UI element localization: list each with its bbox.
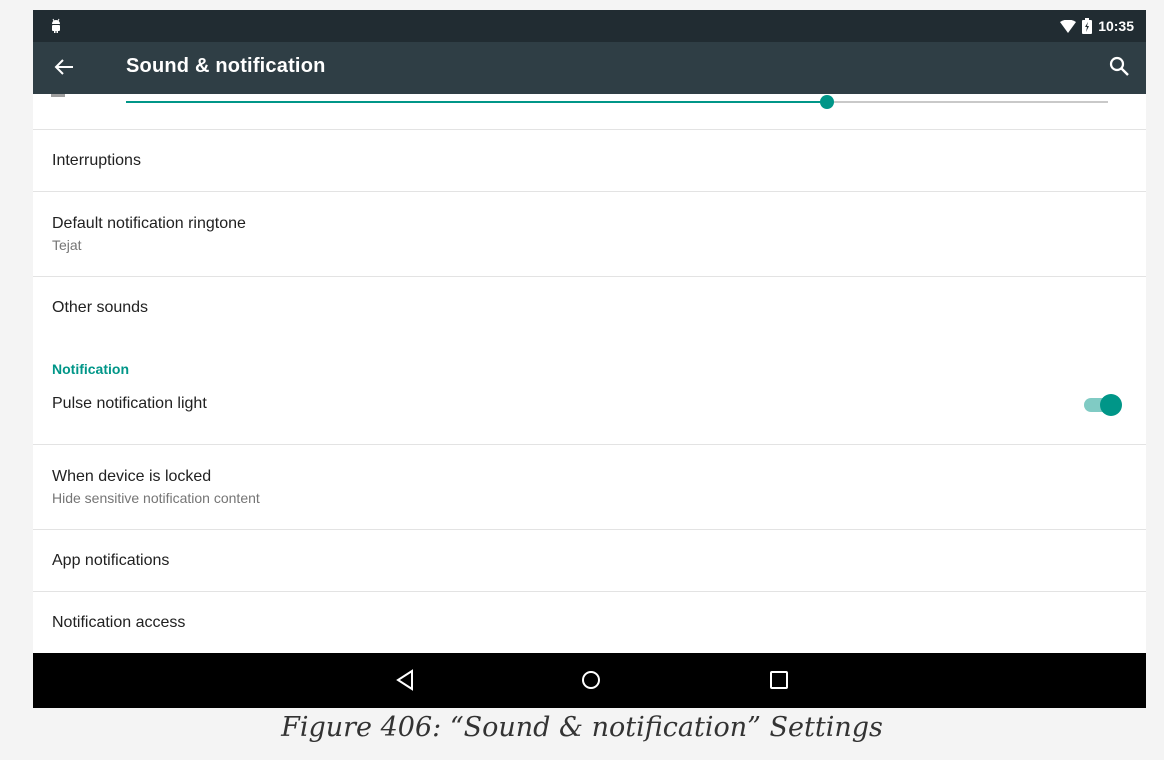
notification-access-title: Notification access: [52, 614, 186, 631]
volume-slider-thumb[interactable]: [820, 95, 835, 109]
notification-access-item[interactable]: Notification access: [33, 592, 1146, 654]
page-title: Sound & notification: [126, 55, 326, 77]
pulse-title: Pulse notification light: [52, 395, 207, 412]
device-screen: 10:35 Sound & notification Interruptions…: [33, 10, 1146, 708]
pulse-light-toggle[interactable]: [1084, 394, 1122, 416]
status-bar: 10:35: [33, 10, 1146, 42]
volume-slider[interactable]: [126, 95, 1108, 109]
app-notifications-title: App notifications: [52, 552, 170, 569]
volume-icon: [51, 94, 65, 97]
back-triangle-icon[interactable]: [395, 669, 415, 691]
volume-slider-fill: [126, 101, 828, 103]
other-sounds-title: Other sounds: [52, 299, 149, 316]
notification-section-header: Notification: [52, 361, 129, 377]
volume-slider-row: [33, 94, 1146, 130]
figure-caption: Figure 406: “Sound & notification” Setti…: [281, 712, 883, 743]
app-notifications-item[interactable]: App notifications: [33, 530, 1146, 592]
search-icon[interactable]: [1108, 55, 1130, 77]
ringtone-summary: Tejat: [52, 237, 82, 253]
arrow-back-icon[interactable]: [53, 56, 75, 78]
interruptions-title: Interruptions: [52, 152, 141, 169]
when-device-locked-item[interactable]: When device is locked Hide sensitive not…: [33, 445, 1146, 530]
interruptions-item[interactable]: Interruptions: [33, 130, 1146, 192]
other-sounds-item[interactable]: Other sounds: [33, 277, 1146, 339]
locked-summary: Hide sensitive notification content: [52, 490, 260, 506]
toggle-knob: [1100, 394, 1122, 416]
pulse-notification-light-item[interactable]: Pulse notification light: [33, 384, 1146, 445]
status-time: 10:35: [1098, 18, 1134, 34]
status-icons: 10:35: [1060, 10, 1134, 42]
home-circle-icon[interactable]: [580, 669, 602, 691]
recents-square-icon[interactable]: [768, 669, 790, 691]
locked-title: When device is locked: [52, 468, 212, 485]
app-bar: Sound & notification: [33, 42, 1146, 94]
android-icon: [52, 18, 60, 33]
battery-icon: [1082, 18, 1093, 34]
settings-list: Interruptions Default notification ringt…: [33, 94, 1146, 654]
ringtone-title: Default notification ringtone: [52, 215, 246, 232]
navigation-bar: [33, 653, 1146, 708]
notification-ringtone-item[interactable]: Default notification ringtone Tejat: [33, 192, 1146, 277]
wifi-icon: [1060, 19, 1077, 33]
